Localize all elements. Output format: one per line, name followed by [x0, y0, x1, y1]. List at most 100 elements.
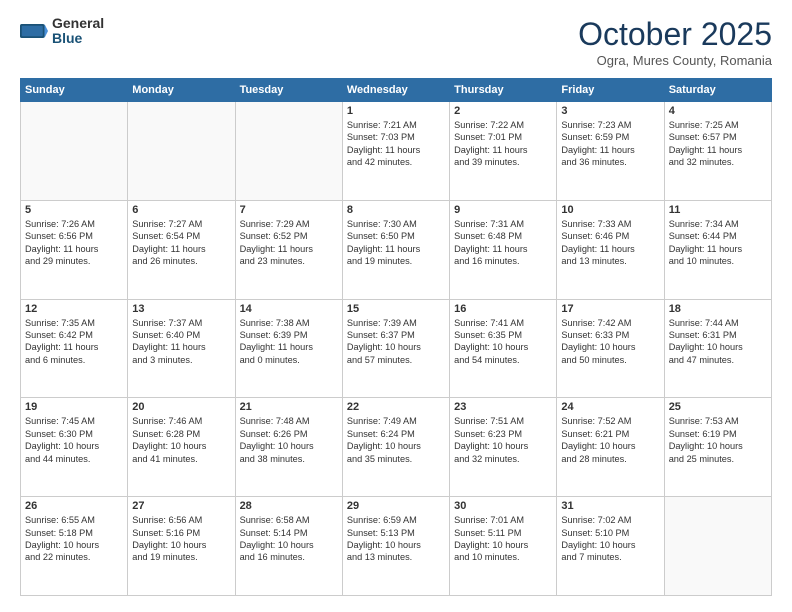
calendar-cell: 3Sunrise: 7:23 AMSunset: 6:59 PMDaylight…: [557, 102, 664, 201]
col-header-tuesday: Tuesday: [235, 79, 342, 102]
day-number: 26: [25, 500, 123, 512]
calendar-cell: 31Sunrise: 7:02 AMSunset: 5:10 PMDayligh…: [557, 497, 664, 596]
day-info: Sunrise: 7:52 AMSunset: 6:21 PMDaylight:…: [561, 415, 659, 465]
logo-icon: [20, 17, 48, 45]
day-info: Sunrise: 7:29 AMSunset: 6:52 PMDaylight:…: [240, 218, 338, 268]
day-info: Sunrise: 7:25 AMSunset: 6:57 PMDaylight:…: [669, 119, 767, 169]
day-info: Sunrise: 7:42 AMSunset: 6:33 PMDaylight:…: [561, 317, 659, 367]
day-info: Sunrise: 7:31 AMSunset: 6:48 PMDaylight:…: [454, 218, 552, 268]
day-number: 14: [240, 303, 338, 315]
day-info: Sunrise: 7:30 AMSunset: 6:50 PMDaylight:…: [347, 218, 445, 268]
week-row-5: 26 Sunrise: 6:55 AMSunset: 5:18 PMDayligh…: [21, 497, 772, 596]
calendar-cell: 10 Sunrise: 7:33 AMSunset: 6:46 PMDayligh…: [557, 200, 664, 299]
calendar-cell: 4 Sunrise: 7:25 AMSunset: 6:57 PMDaylight…: [664, 102, 771, 201]
calendar-cell: 26 Sunrise: 6:55 AMSunset: 5:18 PMDayligh…: [21, 497, 128, 596]
day-info: Sunrise: 7:37 AMSunset: 6:40 PMDaylight:…: [132, 317, 230, 367]
col-header-sunday: Sunday: [21, 79, 128, 102]
calendar-cell: 1 Sunrise: 7:21 AMSunset: 7:03 PMDaylight…: [342, 102, 449, 201]
day-number: 21: [240, 401, 338, 413]
day-number: 6: [132, 204, 230, 216]
day-info: Sunrise: 6:56 AMSunset: 5:16 PMDaylight:…: [132, 514, 230, 564]
day-info: Sunrise: 7:01 AMSunset: 5:11 PMDaylight:…: [454, 514, 552, 564]
day-info: Sunrise: 7:23 AMSunset: 6:59 PMDaylight:…: [561, 119, 659, 169]
logo-general: General: [52, 16, 104, 31]
day-number: 18: [669, 303, 767, 315]
calendar-cell: 13 Sunrise: 7:37 AMSunset: 6:40 PMDayligh…: [128, 299, 235, 398]
day-info: Sunrise: 7:48 AMSunset: 6:26 PMDaylight:…: [240, 415, 338, 465]
calendar-cell: 9Sunrise: 7:31 AMSunset: 6:48 PMDaylight…: [450, 200, 557, 299]
col-header-saturday: Saturday: [664, 79, 771, 102]
day-number: 16: [454, 303, 552, 315]
calendar-cell: 6 Sunrise: 7:27 AMSunset: 6:54 PMDaylight…: [128, 200, 235, 299]
calendar-cell: 2 Sunrise: 7:22 AMSunset: 7:01 PMDaylight…: [450, 102, 557, 201]
header: General Blue October 2025 Ogra, Mures Co…: [20, 16, 772, 68]
logo-text: General Blue: [52, 16, 104, 47]
day-info: Sunrise: 7:33 AMSunset: 6:46 PMDaylight:…: [561, 218, 659, 268]
day-number: 11: [669, 204, 767, 216]
logo: General Blue: [20, 16, 104, 47]
day-number: 29: [347, 500, 445, 512]
day-info: Sunrise: 6:55 AMSunset: 5:18 PMDaylight:…: [25, 514, 123, 564]
calendar-cell: 7Sunrise: 7:29 AMSunset: 6:52 PMDaylight…: [235, 200, 342, 299]
title-block: October 2025 Ogra, Mures County, Romania: [578, 16, 772, 68]
day-info: Sunrise: 7:51 AMSunset: 6:23 PMDaylight:…: [454, 415, 552, 465]
day-info: Sunrise: 7:49 AMSunset: 6:24 PMDaylight:…: [347, 415, 445, 465]
day-number: 12: [25, 303, 123, 315]
day-number: 2: [454, 105, 552, 117]
calendar-cell: 20 Sunrise: 7:46 AMSunset: 6:28 PMDayligh…: [128, 398, 235, 497]
calendar-cell: 11 Sunrise: 7:34 AMSunset: 6:44 PMDayligh…: [664, 200, 771, 299]
calendar-cell: 5 Sunrise: 7:26 AMSunset: 6:56 PMDaylight…: [21, 200, 128, 299]
day-info: Sunrise: 7:53 AMSunset: 6:19 PMDaylight:…: [669, 415, 767, 465]
day-info: Sunrise: 7:39 AMSunset: 6:37 PMDaylight:…: [347, 317, 445, 367]
week-row-4: 19 Sunrise: 7:45 AMSunset: 6:30 PMDayligh…: [21, 398, 772, 497]
calendar-cell: 24 Sunrise: 7:52 AMSunset: 6:21 PMDayligh…: [557, 398, 664, 497]
day-number: 1: [347, 105, 445, 117]
week-row-1: 1 Sunrise: 7:21 AMSunset: 7:03 PMDaylight…: [21, 102, 772, 201]
day-number: 13: [132, 303, 230, 315]
day-number: 28: [240, 500, 338, 512]
calendar-cell: [21, 102, 128, 201]
calendar-cell: 8Sunrise: 7:30 AMSunset: 6:50 PMDaylight…: [342, 200, 449, 299]
day-info: Sunrise: 7:46 AMSunset: 6:28 PMDaylight:…: [132, 415, 230, 465]
location: Ogra, Mures County, Romania: [578, 53, 772, 68]
day-number: 4: [669, 105, 767, 117]
day-number: 31: [561, 500, 659, 512]
header-row: SundayMondayTuesdayWednesdayThursdayFrid…: [21, 79, 772, 102]
day-info: Sunrise: 7:21 AMSunset: 7:03 PMDaylight:…: [347, 119, 445, 169]
day-info: Sunrise: 7:45 AMSunset: 6:30 PMDaylight:…: [25, 415, 123, 465]
day-info: Sunrise: 7:34 AMSunset: 6:44 PMDaylight:…: [669, 218, 767, 268]
calendar-cell: 21 Sunrise: 7:48 AMSunset: 6:26 PMDayligh…: [235, 398, 342, 497]
day-number: 19: [25, 401, 123, 413]
calendar-cell: 14 Sunrise: 7:38 AMSunset: 6:39 PMDayligh…: [235, 299, 342, 398]
calendar-cell: 19 Sunrise: 7:45 AMSunset: 6:30 PMDayligh…: [21, 398, 128, 497]
day-info: Sunrise: 7:44 AMSunset: 6:31 PMDaylight:…: [669, 317, 767, 367]
month-title: October 2025: [578, 16, 772, 53]
col-header-friday: Friday: [557, 79, 664, 102]
calendar-cell: 25 Sunrise: 7:53 AMSunset: 6:19 PMDayligh…: [664, 398, 771, 497]
calendar-cell: 18 Sunrise: 7:44 AMSunset: 6:31 PMDayligh…: [664, 299, 771, 398]
day-number: 30: [454, 500, 552, 512]
calendar-cell: 23Sunrise: 7:51 AMSunset: 6:23 PMDayligh…: [450, 398, 557, 497]
day-number: 5: [25, 204, 123, 216]
calendar-cell: 15Sunrise: 7:39 AMSunset: 6:37 PMDayligh…: [342, 299, 449, 398]
calendar-cell: 28 Sunrise: 6:58 AMSunset: 5:14 PMDayligh…: [235, 497, 342, 596]
day-number: 17: [561, 303, 659, 315]
day-info: Sunrise: 7:27 AMSunset: 6:54 PMDaylight:…: [132, 218, 230, 268]
day-number: 20: [132, 401, 230, 413]
day-number: 10: [561, 204, 659, 216]
page: General Blue October 2025 Ogra, Mures Co…: [0, 0, 792, 612]
calendar: SundayMondayTuesdayWednesdayThursdayFrid…: [20, 78, 772, 596]
week-row-3: 12Sunrise: 7:35 AMSunset: 6:42 PMDayligh…: [21, 299, 772, 398]
calendar-cell: [128, 102, 235, 201]
day-number: 25: [669, 401, 767, 413]
calendar-cell: 22Sunrise: 7:49 AMSunset: 6:24 PMDayligh…: [342, 398, 449, 497]
calendar-cell: 16Sunrise: 7:41 AMSunset: 6:35 PMDayligh…: [450, 299, 557, 398]
day-info: Sunrise: 7:22 AMSunset: 7:01 PMDaylight:…: [454, 119, 552, 169]
day-info: Sunrise: 6:58 AMSunset: 5:14 PMDaylight:…: [240, 514, 338, 564]
day-info: Sunrise: 7:26 AMSunset: 6:56 PMDaylight:…: [25, 218, 123, 268]
day-info: Sunrise: 7:38 AMSunset: 6:39 PMDaylight:…: [240, 317, 338, 367]
calendar-cell: 17 Sunrise: 7:42 AMSunset: 6:33 PMDayligh…: [557, 299, 664, 398]
col-header-monday: Monday: [128, 79, 235, 102]
calendar-cell: 30 Sunrise: 7:01 AMSunset: 5:11 PMDayligh…: [450, 497, 557, 596]
day-number: 24: [561, 401, 659, 413]
